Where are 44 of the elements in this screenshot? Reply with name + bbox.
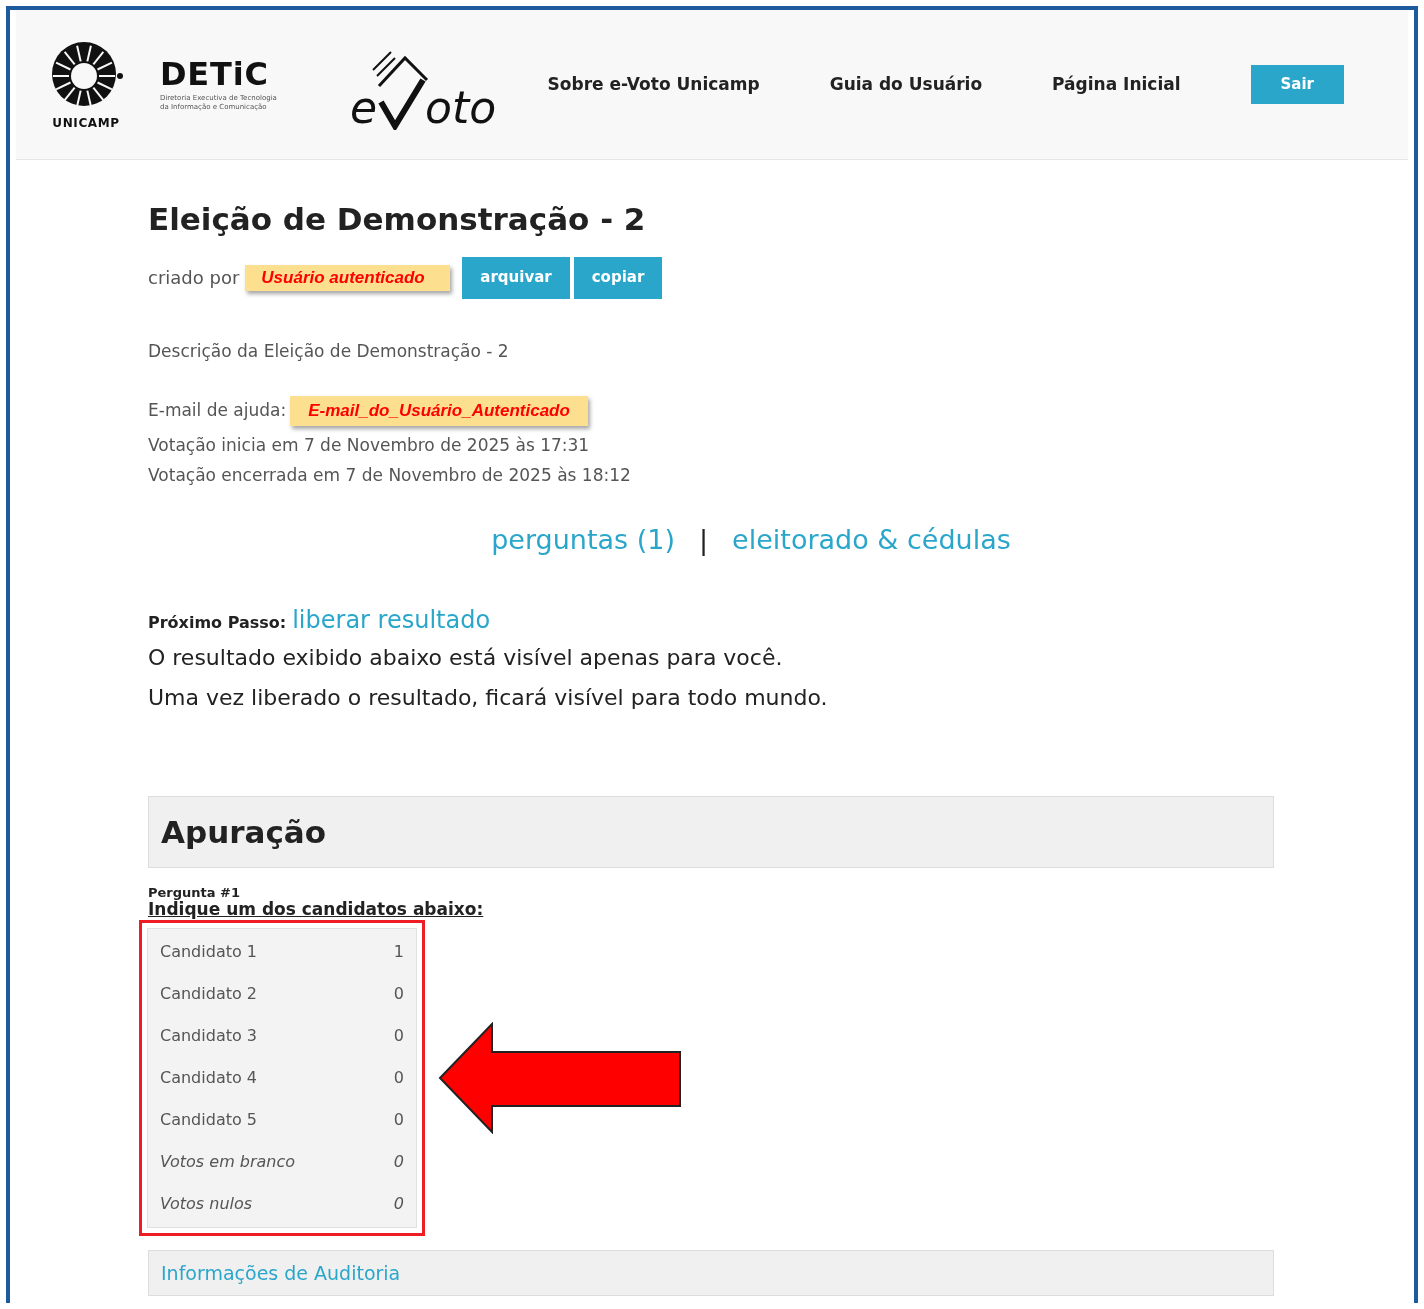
link-separator: | — [699, 522, 709, 558]
action-button[interactable]: copiar — [573, 256, 663, 299]
candidate-name: Votos em branco — [160, 1151, 296, 1173]
logo-wordmark: UNICAMP — [52, 114, 120, 132]
help-email-label: E-mail de ajuda: — [148, 399, 287, 422]
vote-count: 0 — [393, 1025, 404, 1047]
nav-link[interactable]: Página Inicial — [1052, 71, 1181, 98]
result-notice: Uma vez liberado o resultado, ficará visível para todo mundo. — [148, 684, 829, 712]
nav-link[interactable]: Sobre e-Voto Unicamp — [547, 71, 760, 98]
logo-wordmark: oto — [425, 85, 497, 130]
candidate-name: Votos nulos — [160, 1193, 253, 1215]
candidate-name: Candidato 5 — [160, 1109, 257, 1131]
detic-wordmark: DETiC — [160, 57, 270, 90]
vote-count: 0 — [393, 1193, 404, 1215]
tally-title: Apuração — [161, 812, 327, 852]
next-step-label: Próximo Passo: — [148, 612, 287, 634]
audit-link[interactable]: Informações de Auditoria — [161, 1258, 401, 1288]
candidate-name: Candidato 3 — [160, 1025, 257, 1047]
election-description: Descrição da Eleição de Demonstração - 2 — [148, 339, 510, 363]
voters-link[interactable]: eleitorado & cédulas — [732, 519, 1011, 560]
question-number: Pergunta #1 — [148, 886, 242, 900]
voting-end: Votação encerrada em 7 de Novembro de 2025 às 18:12 — [148, 463, 632, 487]
vote-count: 0 — [393, 1109, 404, 1131]
voting-start: Votação inicia em 7 de Novembro de 2025 às 17:31 — [148, 433, 591, 457]
release-results-link[interactable]: liberar resultado — [292, 602, 491, 638]
vote-count: 1 — [393, 941, 404, 963]
action-button[interactable]: arquivar — [462, 256, 570, 299]
vote-count: 0 — [393, 1067, 404, 1089]
nav-link[interactable]: Guia do Usuário — [829, 71, 983, 98]
arrow-annotation-icon — [438, 1022, 684, 1134]
question-text: Indique um dos candidatos abaixo: — [148, 900, 485, 918]
candidate-name: Candidato 1 — [160, 941, 257, 963]
created-by-label: criado por — [148, 266, 240, 290]
candidate-name: Candidato 2 — [160, 983, 257, 1005]
result-notice: O resultado exibido abaixo está visível apenas para você. — [148, 644, 784, 672]
candidate-name: Candidato 4 — [160, 1067, 257, 1089]
email-highlight: E-mail_do_Usuário_Autenticado — [290, 396, 588, 426]
questions-link[interactable]: perguntas (1) — [491, 519, 675, 560]
logout-button[interactable]: Sair — [1250, 65, 1344, 104]
vote-count: 0 — [393, 983, 404, 1005]
election-title: Eleição de Demonstração - 2 — [148, 200, 647, 239]
logo-wordmark: e — [350, 85, 378, 130]
vote-count: 0 — [393, 1151, 404, 1173]
author-highlight: Usuário autenticado — [245, 264, 451, 291]
